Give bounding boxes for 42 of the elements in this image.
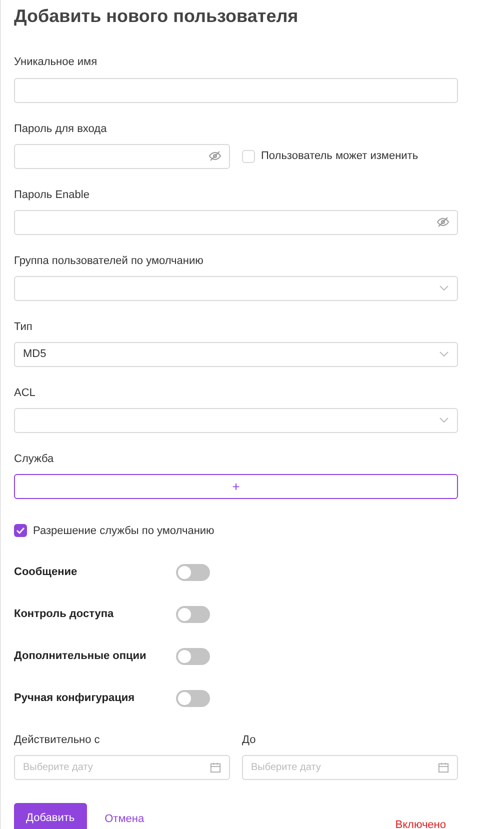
calendar-icon (438, 762, 449, 773)
toggle-label: Дополнительные опции (14, 648, 148, 664)
field-label: ACL (14, 386, 36, 400)
eye-slash-icon[interactable] (209, 151, 221, 161)
toggle-switch[interactable] (176, 690, 210, 706)
calendar-icon (210, 762, 221, 773)
chevron-down-icon (439, 285, 449, 291)
select-field[interactable] (14, 408, 458, 432)
toggle-label: Сообщение (14, 564, 78, 580)
chevron-down-icon (439, 417, 449, 423)
field-label: Уникальное имя (14, 55, 98, 69)
page-title: Добавить нового пользователя (14, 5, 300, 27)
cancel-link[interactable]: Отмена (104, 811, 144, 828)
field-label: Пароль для входа (14, 122, 108, 136)
password-field[interactable] (14, 210, 458, 234)
add-button[interactable]: + (14, 474, 458, 498)
field-label: Служба (14, 452, 55, 466)
toggle-label: Ручная конфигурация (14, 690, 136, 706)
select-field[interactable]: MD5 (14, 342, 458, 366)
date-placeholder: Выберите дату (251, 761, 321, 775)
toggle-label: Контроль доступа (14, 606, 115, 622)
status-text: Включено (395, 818, 446, 829)
field-label: До (242, 733, 257, 747)
toggle-switch[interactable] (176, 648, 210, 664)
password-field[interactable] (14, 144, 230, 168)
select-value: MD5 (23, 346, 46, 362)
toggle-switch[interactable] (176, 564, 210, 580)
input-field[interactable] (14, 78, 458, 102)
eye-slash-icon[interactable] (437, 217, 449, 227)
add-user-button[interactable]: Добавить (14, 803, 87, 829)
field-label: Пароль Enable (14, 188, 90, 202)
date-placeholder: Выберите дату (23, 761, 93, 775)
select-field[interactable] (14, 276, 458, 300)
chevron-down-icon (439, 351, 449, 357)
checkbox[interactable] (14, 524, 27, 538)
field-label: Группа пользователей по умолчанию (14, 254, 204, 268)
field-label: Тип (14, 320, 34, 334)
field-label: Действительно с (14, 733, 101, 747)
toggle-switch[interactable] (176, 606, 210, 622)
checkbox-label: Пользователь может изменить (261, 148, 418, 164)
checkbox-label: Разрешение службы по умолчанию (33, 524, 214, 538)
checkbox[interactable] (242, 150, 255, 162)
